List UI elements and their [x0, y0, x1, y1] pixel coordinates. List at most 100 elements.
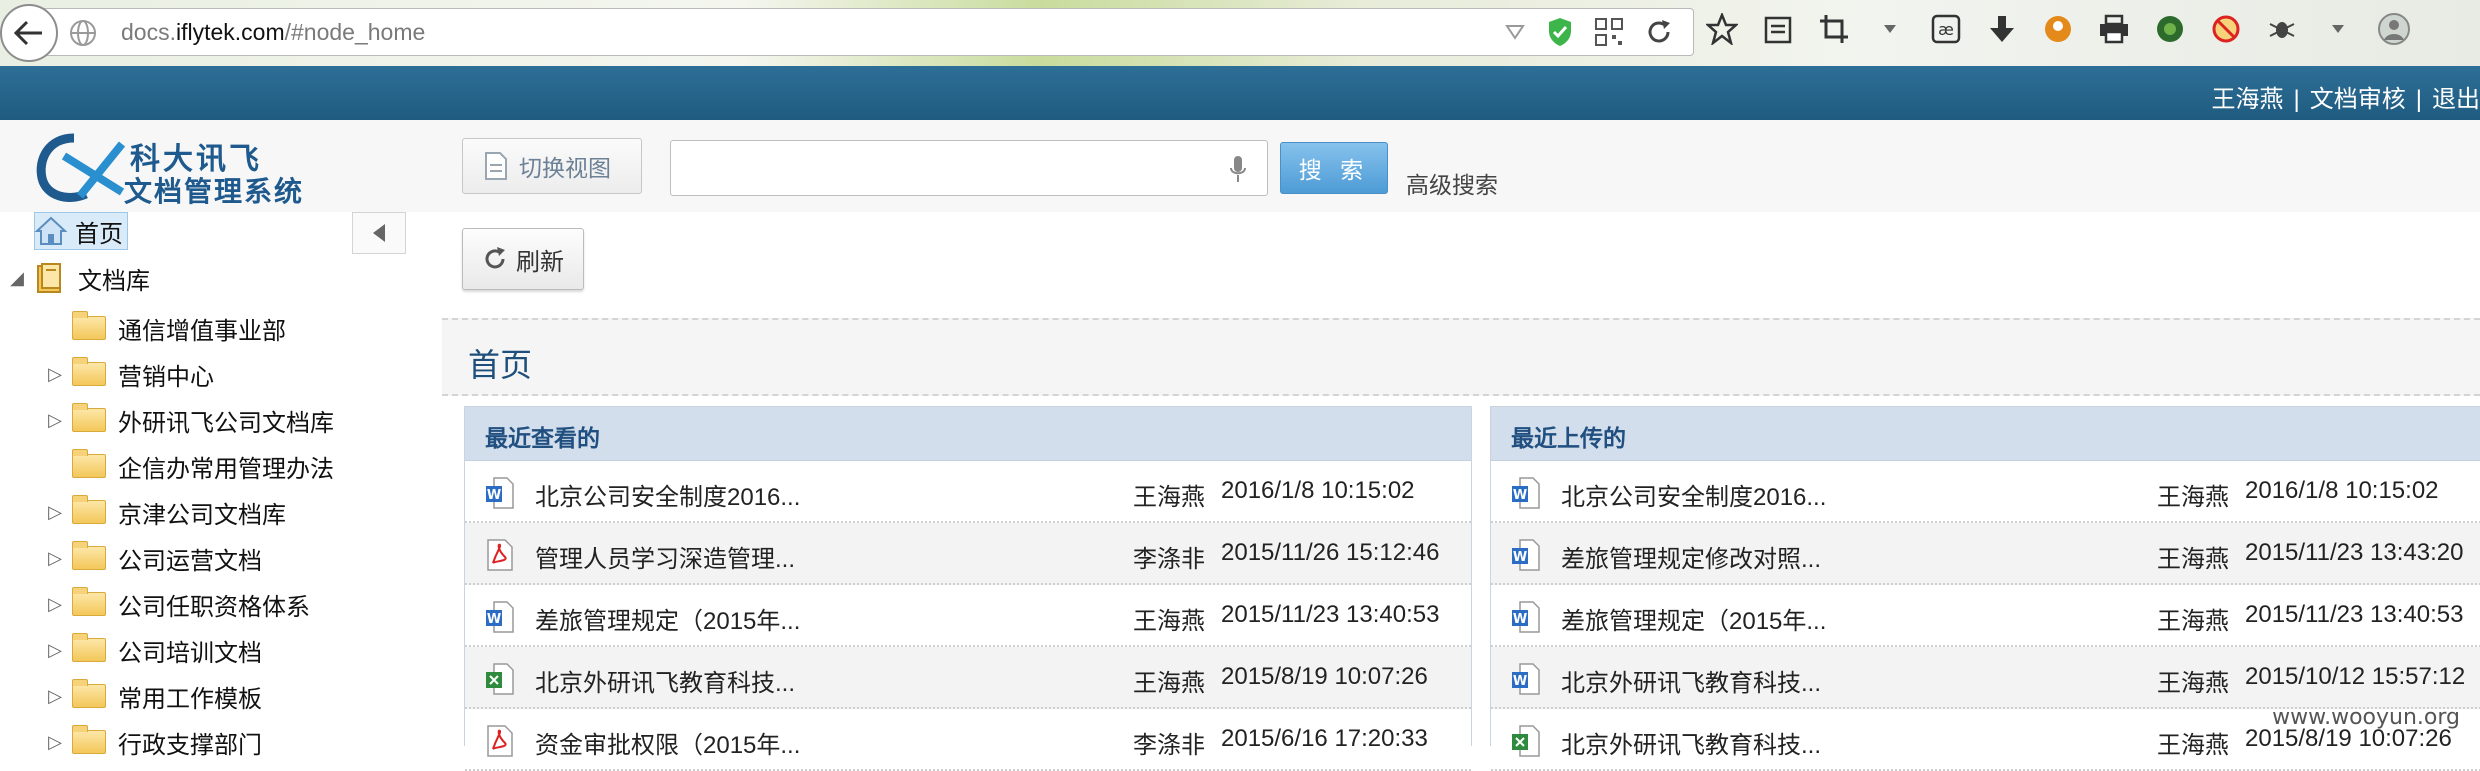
sidebar-folder-item[interactable]: ▷ 京津公司文档库 [38, 492, 286, 532]
sidebar-folder-item[interactable]: 通信增值事业部 [38, 308, 286, 348]
bookmark-star-icon[interactable] [1705, 12, 1739, 46]
document-row[interactable]: 资金审批权限（2015年... 李涤非 2015/6/16 17:20:33 [465, 709, 1471, 771]
collapse-arrow-icon[interactable]: ◢ [6, 268, 28, 289]
folder-icon [72, 449, 106, 478]
expand-arrow-icon[interactable]: ▷ [38, 410, 72, 431]
switch-view-button[interactable]: 切换视图 [462, 138, 642, 194]
sidebar-folder-item[interactable]: ▷ 行政支撑部门 [38, 722, 262, 762]
document-owner: 王海燕 [2157, 732, 2229, 759]
reload-icon[interactable] [1645, 18, 1673, 46]
svg-text:W: W [1513, 612, 1527, 627]
separator: | [2293, 86, 2300, 113]
search-button[interactable]: 搜 索 [1280, 142, 1388, 194]
sidebar-item-label: 公司运营文档 [118, 547, 262, 575]
separator: | [2415, 86, 2422, 113]
expand-arrow-icon[interactable]: ▷ [38, 594, 72, 615]
folder-icon [72, 495, 106, 524]
document-icon [485, 152, 507, 180]
document-row[interactable]: W 差旅管理规定（2015年... 王海燕 2015/11/23 13:40:53 [465, 585, 1471, 647]
logo[interactable]: 科大讯飞 文档管理系统 [34, 130, 304, 207]
evernote-icon[interactable]: æ [1929, 12, 1963, 46]
header: 科大讯飞 文档管理系统 切换视图 搜 索 高级搜索 [0, 120, 2480, 213]
document-row[interactable]: W 差旅管理规定（2015年... 王海燕 2015/11/23 13:40:53 [1491, 585, 2480, 647]
sidebar-folder-item[interactable]: 企信办常用管理办法 [38, 446, 334, 486]
sidebar-item-label: 公司培训文档 [118, 639, 262, 667]
sidebar-item-label: 企信办常用管理办法 [118, 455, 334, 483]
logout-link[interactable]: 退出 [2432, 86, 2480, 113]
printer-icon[interactable] [2097, 12, 2131, 46]
document-timestamp: 2015/11/23 13:40:53 [1221, 601, 1440, 628]
bug-icon[interactable] [2265, 12, 2299, 46]
sidebar-folder-item[interactable]: ▷ 外研讯飞公司文档库 [38, 400, 334, 440]
document-name-link[interactable]: 北京外研讯飞教育科技... [535, 663, 795, 698]
document-owner: 王海燕 [2157, 670, 2229, 697]
address-bar[interactable]: docs.iflytek.com/#node_home [30, 8, 1694, 56]
expand-arrow-icon[interactable]: ▷ [38, 548, 72, 569]
sidebar-collapse-button[interactable] [352, 212, 406, 254]
download-icon[interactable] [1985, 12, 2019, 46]
sidebar-item-library[interactable]: ◢ 文档库 [6, 258, 150, 298]
chevron-down-icon[interactable] [2321, 12, 2355, 46]
document-name-link[interactable]: 北京外研讯飞教育科技... [1561, 725, 1821, 760]
expand-arrow-icon[interactable]: ▷ [38, 640, 72, 661]
word-file-icon: W [485, 477, 515, 509]
refresh-button[interactable]: 刷新 [462, 228, 584, 290]
document-name-link[interactable]: 资金审批权限（2015年... [535, 725, 800, 760]
sidebar-folder-item[interactable]: ▷ 公司培训文档 [38, 630, 262, 670]
avatar-icon[interactable] [2377, 12, 2411, 46]
microphone-icon[interactable] [1229, 155, 1247, 183]
sidebar-folder-item[interactable]: ▷ 常用工作模板 [38, 676, 262, 716]
expand-arrow-icon[interactable]: ▷ [38, 502, 72, 523]
back-button[interactable] [0, 4, 58, 62]
document-row[interactable]: 管理人员学习深造管理... 李涤非 2015/11/26 15:12:46 [465, 523, 1471, 585]
document-row[interactable]: W 北京公司安全制度2016... 王海燕 2016/1/8 10:15:02 [465, 461, 1471, 523]
folder-icon [72, 679, 106, 708]
crop-icon[interactable] [1817, 12, 1851, 46]
document-owner: 李涤非 [1133, 732, 1205, 759]
word-file-icon: W [1511, 663, 1541, 695]
dropdown-icon[interactable] [1505, 24, 1525, 40]
chevron-down-icon[interactable] [1873, 12, 1907, 46]
refresh-label: 刷新 [516, 248, 564, 276]
svg-text:W: W [487, 612, 501, 627]
document-name-link[interactable]: 差旅管理规定（2015年... [1561, 601, 1826, 636]
sidebar-item-label: 外研讯飞公司文档库 [118, 409, 334, 437]
document-name-link[interactable]: 北京外研讯飞教育科技... [1561, 663, 1821, 698]
extension-orange-icon[interactable] [2041, 12, 2075, 46]
document-row[interactable]: W 北京公司安全制度2016... 王海燕 2016/1/8 10:15:02 [1491, 461, 2480, 523]
excel-file-icon [1511, 725, 1541, 757]
document-owner: 王海燕 [1133, 670, 1205, 697]
sidebar-item-label: 公司任职资格体系 [118, 593, 310, 621]
document-name-link[interactable]: 管理人员学习深造管理... [535, 539, 795, 574]
expand-arrow-icon[interactable]: ▷ [38, 686, 72, 707]
sidebar-item-home[interactable]: 首页 [34, 212, 128, 250]
sidebar-folder-item[interactable]: ▷ 公司运营文档 [38, 538, 262, 578]
extension-green-icon[interactable] [2153, 12, 2187, 46]
expand-arrow-icon[interactable]: ▷ [38, 364, 72, 385]
doc-review-link[interactable]: 文档审核 [2310, 86, 2406, 113]
document-name-link[interactable]: 北京公司安全制度2016... [535, 477, 800, 512]
search-input[interactable] [670, 140, 1268, 196]
shield-icon[interactable] [1547, 17, 1573, 47]
sidebar-folder-item[interactable]: ▷ 营销中心 [38, 354, 214, 394]
folder-icon [72, 403, 106, 432]
folder-icon [72, 541, 106, 570]
folder-icon [72, 725, 106, 754]
word-file-icon: W [1511, 601, 1541, 633]
sidebar-item-label: 首页 [75, 220, 123, 248]
document-name-link[interactable]: 差旅管理规定修改对照... [1561, 539, 1821, 574]
document-row[interactable]: W 差旅管理规定修改对照... 王海燕 2015/11/23 13:43:20 [1491, 523, 2480, 585]
recent-uploaded-panel: 最近上传的 W 北京公司安全制度2016... 王海燕 2016/1/8 10:15:… [1490, 406, 2480, 771]
expand-arrow-icon[interactable]: ▷ [38, 732, 72, 753]
user-name-link[interactable]: 王海燕 [2212, 86, 2284, 113]
advanced-search-link[interactable]: 高级搜索 [1406, 166, 1498, 200]
clipboard-icon[interactable] [1761, 12, 1795, 46]
sidebar-folder-item[interactable]: ▷ 公司任职资格体系 [38, 584, 310, 624]
document-row[interactable]: 北京外研讯飞教育科技... 王海燕 2015/8/19 10:07:26 [465, 647, 1471, 709]
document-row[interactable]: W 北京外研讯飞教育科技... 王海燕 2015/10/12 15:57:12 [1491, 647, 2480, 709]
block-icon[interactable] [2209, 12, 2243, 46]
qr-code-icon[interactable] [1595, 18, 1623, 46]
document-name-link[interactable]: 北京公司安全制度2016... [1561, 477, 1826, 512]
document-name-link[interactable]: 差旅管理规定（2015年... [535, 601, 800, 636]
user-links: 王海燕 | 文档审核 | 退出 [2212, 79, 2480, 114]
